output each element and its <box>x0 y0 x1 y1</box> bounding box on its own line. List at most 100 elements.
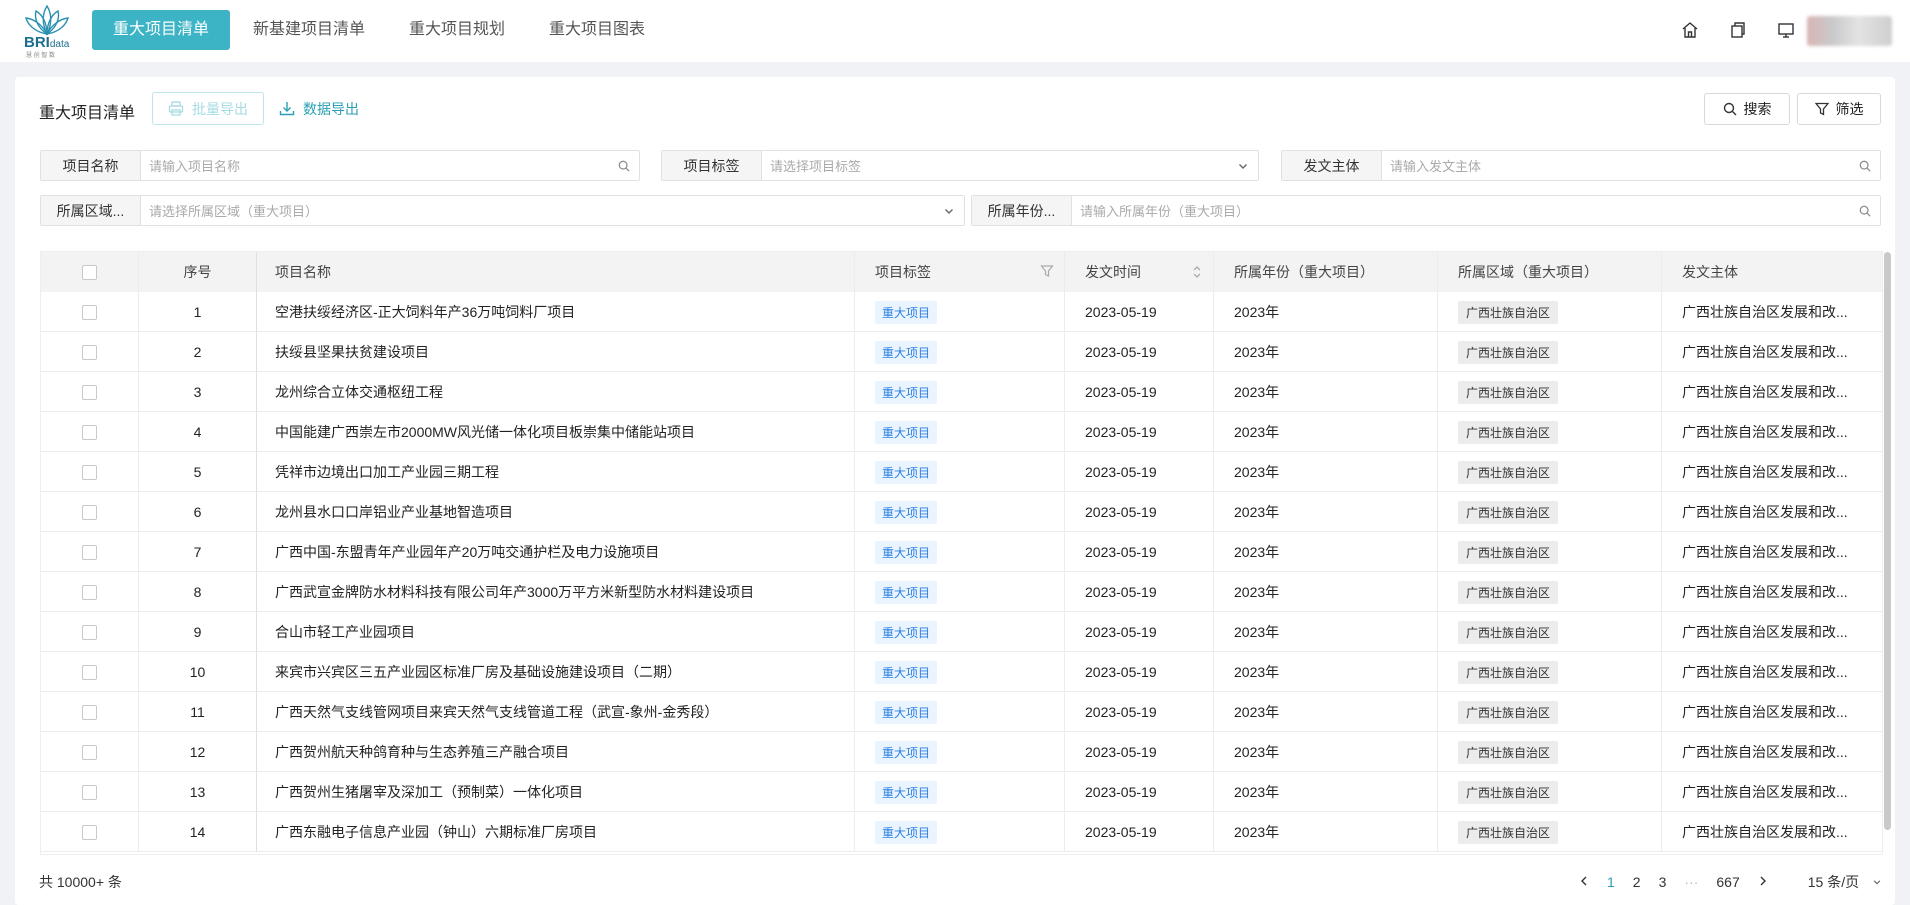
table-row[interactable]: 13 广西贺州生猪屠宰及深加工（预制菜）一体化项目 重大项目 2023-05-19 20… <box>41 772 1882 812</box>
page-last[interactable]: 667 <box>1716 874 1739 890</box>
page-ellipsis[interactable]: ··· <box>1684 874 1698 890</box>
copy-icon[interactable] <box>1726 18 1750 42</box>
data-export-button[interactable]: 数据导出 <box>279 92 359 125</box>
row-checkbox[interactable] <box>82 624 97 640</box>
table-row[interactable]: 6 龙州县水口口岸铝业产业基地智造项目 重大项目 2023-05-19 2023年 广西壮… <box>41 492 1882 532</box>
area-select[interactable]: 请选择所属区域（重大项目） <box>141 201 934 220</box>
search-icon[interactable] <box>1850 205 1880 217</box>
project-tag-badge: 重大项目 <box>875 700 938 724</box>
table-row[interactable]: 9 合山市轻工产业园项目 重大项目 2023-05-19 2023年 广西壮族自治区 广西壮… <box>41 612 1882 652</box>
row-checkbox[interactable] <box>82 784 97 800</box>
row-checkbox[interactable] <box>82 464 97 480</box>
project-name[interactable]: 广西武宣金牌防水材料科技有限公司年产3000万平方米新型防水材料建设项目 <box>257 572 855 612</box>
nav-tab-project-charts[interactable]: 重大项目图表 <box>528 10 666 50</box>
row-index: 4 <box>139 412 257 452</box>
project-tag-select[interactable]: 请选择项目标签 <box>762 156 1228 175</box>
publish-date: 2023-05-19 <box>1065 532 1214 572</box>
tag-cell: 重大项目 <box>855 372 1065 412</box>
table-row[interactable]: 12 广西贺州航天种鸽育种与生态养殖三产融合项目 重大项目 2023-05-19 202… <box>41 732 1882 772</box>
table-row[interactable]: 11 广西天然气支线管网项目来宾天然气支线管道工程（武宣-象州-金秀段） 重大项目 2… <box>41 692 1882 732</box>
project-name[interactable]: 广西贺州航天种鸽育种与生态养殖三产融合项目 <box>257 732 855 772</box>
row-checkbox[interactable] <box>82 584 97 600</box>
table-scrollbar[interactable] <box>1884 252 1891 830</box>
project-name[interactable]: 广西东融电子信息产业园（钟山）六期标准厂房项目 <box>257 812 855 852</box>
nav-tab-major-projects[interactable]: 重大项目清单 <box>92 10 231 50</box>
row-index: 3 <box>139 372 257 412</box>
project-name[interactable]: 龙州县水口口岸铝业产业基地智造项目 <box>257 492 855 532</box>
row-checkbox[interactable] <box>82 824 97 840</box>
page-1[interactable]: 1 <box>1607 874 1615 890</box>
home-icon[interactable] <box>1678 18 1702 42</box>
table-row[interactable]: 8 广西武宣金牌防水材料科技有限公司年产3000万平方米新型防水材料建设项目 重大项… <box>41 572 1882 612</box>
sort-icon[interactable] <box>1191 264 1203 280</box>
table-row[interactable]: 1 空港扶绥经济区-正大饲料年产36万吨饲料厂项目 重大项目 2023-05-19 20… <box>41 292 1882 332</box>
nav-tab-new-infra[interactable]: 新基建项目清单 <box>232 10 386 50</box>
table-row[interactable]: 7 广西中国-东盟青年产业园年产20万吨交通护栏及电力设施项目 重大项目 2023-0… <box>41 532 1882 572</box>
page-title: 重大项目清单 <box>39 105 136 122</box>
table-row[interactable]: 14 广西东融电子信息产业园（钟山）六期标准厂房项目 重大项目 2023-05-19 2… <box>41 812 1882 852</box>
year-input[interactable]: 请输入所属年份（重大项目） <box>1072 201 1850 220</box>
row-index: 1 <box>139 292 257 332</box>
row-checkbox[interactable] <box>82 544 97 560</box>
project-name[interactable]: 广西天然气支线管网项目来宾天然气支线管道工程（武宣-象州-金秀段） <box>257 692 855 732</box>
page-size-label: 15 条/页 <box>1807 874 1860 890</box>
row-checkbox[interactable] <box>82 664 97 680</box>
row-checkbox[interactable] <box>82 504 97 520</box>
brand-logo[interactable]: BRIdata 慧 创 智 数 <box>22 4 74 59</box>
publisher-name: 广西壮族自治区发展和改... <box>1682 544 1848 560</box>
search-icon[interactable] <box>609 160 639 172</box>
project-name[interactable]: 广西贺州生猪屠宰及深加工（预制菜）一体化项目 <box>257 772 855 812</box>
area-badge: 广西壮族自治区 <box>1458 620 1559 644</box>
project-name[interactable]: 龙州综合立体交通枢纽工程 <box>257 372 855 412</box>
row-checkbox[interactable] <box>82 704 97 720</box>
publisher-name: 广西壮族自治区发展和改... <box>1682 584 1848 600</box>
project-year: 2023年 <box>1214 332 1438 372</box>
table-row[interactable]: 10 来宾市兴宾区三五产业园区标准厂房及基础设施建设项目（二期） 重大项目 2023-… <box>41 652 1882 692</box>
area-badge: 广西壮族自治区 <box>1458 500 1559 524</box>
project-name-label: 项目名称 <box>41 151 141 180</box>
row-checkbox[interactable] <box>82 304 97 320</box>
publish-date: 2023-05-19 <box>1065 732 1214 772</box>
row-checkbox[interactable] <box>82 744 97 760</box>
publisher-name: 广西壮族自治区发展和改... <box>1682 624 1848 640</box>
table-row[interactable]: 4 中国能建广西崇左市2000MW风光储一体化项目板崇集中储能站项目 重大项目 202… <box>41 412 1882 452</box>
monitor-icon[interactable] <box>1774 18 1798 42</box>
project-tag-badge: 重大项目 <box>875 580 938 604</box>
header-tag-label: 项目标签 <box>875 264 931 280</box>
project-name[interactable]: 空港扶绥经济区-正大饲料年产36万吨饲料厂项目 <box>257 292 855 332</box>
page-3[interactable]: 3 <box>1659 874 1667 890</box>
page-2[interactable]: 2 <box>1633 874 1641 890</box>
select-all-checkbox[interactable] <box>82 264 97 280</box>
table-row[interactable]: 3 龙州综合立体交通枢纽工程 重大项目 2023-05-19 2023年 广西壮族自治区 广… <box>41 372 1882 412</box>
row-index: 5 <box>139 452 257 492</box>
project-name[interactable]: 中国能建广西崇左市2000MW风光储一体化项目板崇集中储能站项目 <box>257 412 855 452</box>
row-checkbox[interactable] <box>82 344 97 360</box>
project-name-input[interactable]: 请输入项目名称 <box>141 156 609 175</box>
row-checkbox[interactable] <box>82 384 97 400</box>
chevron-down-icon[interactable] <box>1228 160 1258 172</box>
column-filter-icon[interactable] <box>1040 264 1054 278</box>
project-name[interactable]: 广西中国-东盟青年产业园年产20万吨交通护栏及电力设施项目 <box>257 532 855 572</box>
project-name[interactable]: 来宾市兴宾区三五产业园区标准厂房及基础设施建设项目（二期） <box>257 652 855 692</box>
row-checkbox[interactable] <box>82 424 97 440</box>
project-name[interactable]: 扶绥县坚果扶贫建设项目 <box>257 332 855 372</box>
search-icon[interactable] <box>1850 160 1880 172</box>
page-size-select[interactable]: 15 条/页 <box>1799 872 1882 892</box>
publisher-input[interactable]: 请输入发文主体 <box>1382 156 1850 175</box>
filter-button[interactable]: 筛选 <box>1797 93 1881 125</box>
table-row[interactable]: 5 凭祥市边境出口加工产业园三期工程 重大项目 2023-05-19 2023年 广西壮族… <box>41 452 1882 492</box>
chevron-down-icon[interactable] <box>934 205 964 217</box>
table-row[interactable]: 2 扶绥县坚果扶贫建设项目 重大项目 2023-05-19 2023年 广西壮族自治区 广西… <box>41 332 1882 372</box>
project-year: 2023年 <box>1214 292 1438 332</box>
batch-export-button[interactable]: 批量导出 <box>152 92 264 125</box>
search-button[interactable]: 搜索 <box>1704 93 1790 125</box>
project-name[interactable]: 凭祥市边境出口加工产业园三期工程 <box>257 452 855 492</box>
project-name[interactable]: 合山市轻工产业园项目 <box>257 612 855 652</box>
next-page-icon[interactable] <box>1758 874 1768 890</box>
user-avatar[interactable] <box>1807 16 1892 46</box>
project-tag-badge: 重大项目 <box>875 300 938 324</box>
row-select-cell <box>41 732 139 772</box>
prev-page-icon[interactable] <box>1579 874 1589 890</box>
tag-cell: 重大项目 <box>855 492 1065 532</box>
nav-tab-project-planning[interactable]: 重大项目规划 <box>388 10 526 50</box>
